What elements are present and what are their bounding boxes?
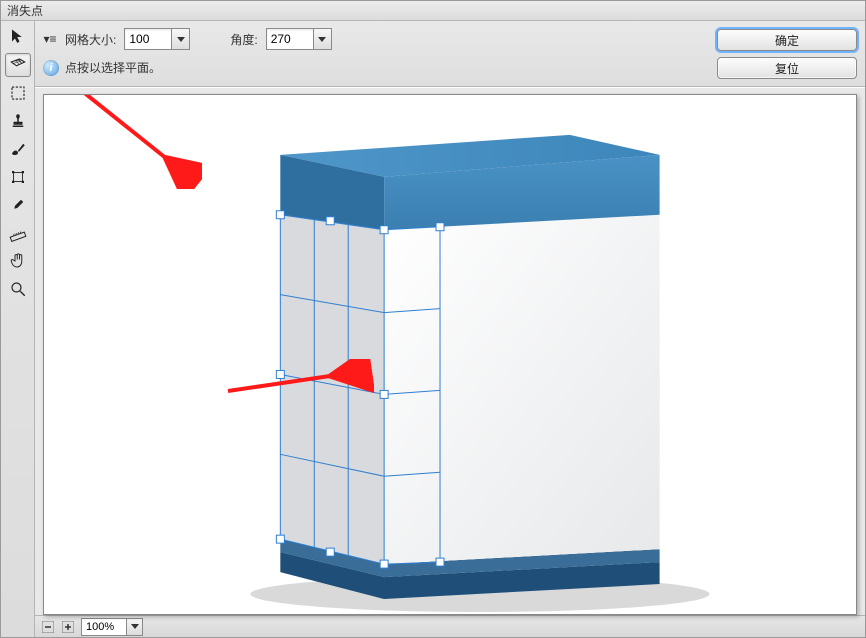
marquee-tool[interactable] [5, 81, 31, 105]
tool-palette [1, 21, 35, 637]
grid-size-input[interactable] [125, 29, 171, 49]
info-icon: i [43, 60, 59, 76]
titlebar: 消失点 [1, 1, 865, 21]
ok-button[interactable]: 确定 [717, 29, 857, 51]
window-title: 消失点 [7, 2, 43, 19]
vanishing-point-dialog: 消失点 [0, 0, 866, 638]
angle-dropdown[interactable] [313, 29, 331, 49]
eyedropper-icon [9, 196, 27, 214]
hand-icon [9, 252, 27, 270]
arrow-cursor-icon [9, 28, 27, 46]
info-text: 点按以选择平面。 [65, 59, 161, 76]
zoom-out-button[interactable] [41, 620, 55, 634]
edit-plane-tool[interactable] [5, 25, 31, 49]
box-illustration [44, 95, 856, 614]
magnifier-icon [9, 280, 27, 298]
create-plane-tool[interactable] [5, 53, 31, 77]
transform-tool[interactable] [5, 165, 31, 189]
stamp-icon [9, 112, 27, 130]
eyedropper-tool[interactable] [5, 193, 31, 217]
grid-size-dropdown[interactable] [171, 29, 189, 49]
zoom-tool[interactable] [5, 277, 31, 301]
grid-plane-icon [9, 56, 27, 74]
reset-button[interactable]: 复位 [717, 57, 857, 79]
stamp-tool[interactable] [5, 109, 31, 133]
grid-size-field[interactable] [124, 28, 190, 50]
marquee-icon [9, 84, 27, 102]
minus-icon [42, 621, 54, 633]
transform-icon [9, 168, 27, 186]
options-bar: ▾≡ 网格大小: 角度: i [35, 21, 865, 87]
document-canvas[interactable] [43, 94, 857, 615]
zoom-input[interactable] [82, 619, 126, 635]
brush-icon [9, 140, 27, 158]
grid-size-label: 网格大小: [65, 31, 116, 48]
measure-tool[interactable] [5, 221, 31, 245]
zoom-in-button[interactable] [61, 620, 75, 634]
chevron-down-icon [318, 37, 326, 42]
chevron-down-icon [177, 37, 185, 42]
angle-input[interactable] [267, 29, 313, 49]
ruler-icon [9, 224, 27, 242]
plus-icon [62, 621, 74, 633]
zoom-dropdown[interactable] [126, 619, 142, 635]
angle-label: 角度: [230, 31, 257, 48]
zoom-field[interactable] [81, 618, 143, 636]
status-bar [35, 615, 865, 637]
brush-tool[interactable] [5, 137, 31, 161]
canvas-area [35, 87, 865, 637]
chevron-down-icon [131, 624, 139, 629]
hand-tool[interactable] [5, 249, 31, 273]
options-flyout-menu[interactable]: ▾≡ [43, 32, 57, 46]
angle-field[interactable] [266, 28, 332, 50]
